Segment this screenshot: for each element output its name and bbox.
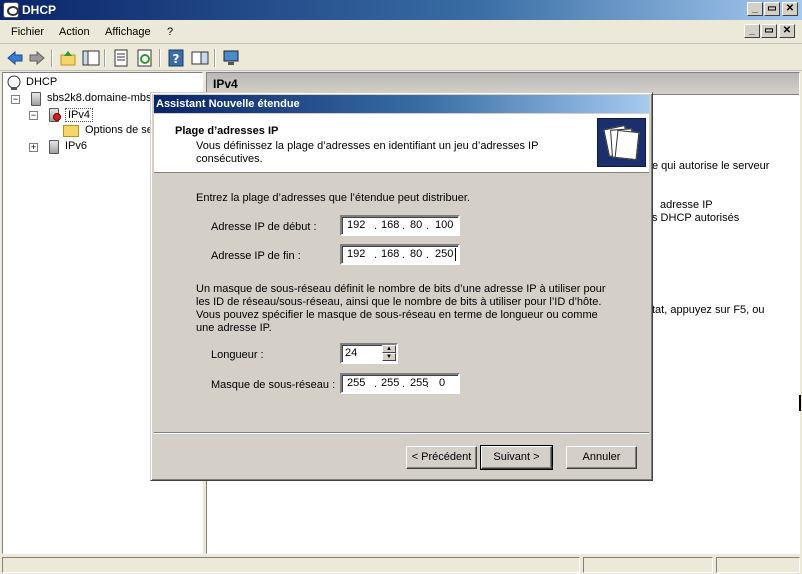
mdi-minimize-button[interactable]: _	[744, 24, 760, 38]
next-button[interactable]: Suivant >	[480, 445, 553, 470]
menu-fichier[interactable]: Fichier	[11, 26, 44, 38]
text-caret	[455, 248, 456, 261]
expand-icon[interactable]: +	[29, 143, 38, 152]
up-folder-icon[interactable]	[58, 48, 78, 68]
toolbar-separator	[104, 49, 106, 67]
collapse-icon[interactable]: −	[11, 95, 20, 104]
documents-stack-icon	[597, 118, 646, 167]
spin-down-icon[interactable]: ▼	[382, 353, 396, 361]
collapse-icon[interactable]: −	[29, 111, 38, 120]
monitor-icon[interactable]	[221, 48, 241, 68]
dhcp-app-icon	[3, 2, 19, 18]
tree-item-dhcp[interactable]: DHCP	[6, 75, 186, 91]
end-ip-input[interactable]: 192 . 168 . 80 . 250	[340, 244, 460, 265]
subnet-mask-input[interactable]: 255 . 255 . 255 . 0	[340, 373, 460, 394]
dialog-title: Assistant Nouvelle étendue	[156, 98, 300, 110]
tree-label-dhcp: DHCP	[26, 76, 58, 88]
action-pane-icon[interactable]	[190, 48, 210, 68]
details-text-1: e qui autorise le serveur	[652, 160, 770, 172]
properties-icon[interactable]	[111, 48, 131, 68]
new-scope-wizard-dialog: Assistant Nouvelle étendue Plage d’adres…	[150, 92, 653, 481]
details-text-3: s DHCP autorisés	[652, 212, 740, 224]
ipv6-server-icon	[49, 140, 59, 154]
maximize-button[interactable]: ▭	[764, 2, 780, 16]
tree-label-options: Options de se	[85, 124, 153, 136]
window-title: DHCP	[22, 3, 57, 17]
wizard-header: Plage d’adresses IP Vous définissez la p…	[154, 114, 649, 173]
back-arrow-icon[interactable]	[5, 48, 25, 68]
help-icon[interactable]: ?	[166, 48, 186, 68]
refresh-icon[interactable]	[135, 48, 155, 68]
wizard-page-title: Plage d’adresses IP	[175, 125, 279, 137]
mdi-close-button[interactable]: ✕	[779, 24, 795, 38]
status-cell-3	[716, 557, 800, 573]
show-tree-icon[interactable]	[81, 48, 101, 68]
length-spinner[interactable]: 24 ▲ ▼	[340, 343, 398, 364]
menu-help[interactable]: ?	[167, 26, 173, 38]
details-text-2: adresse IP	[660, 199, 713, 211]
end-ip-label: Adresse IP de fin :	[211, 250, 301, 262]
folder-icon	[63, 125, 79, 137]
dialog-title-bar[interactable]: Assistant Nouvelle étendue	[154, 95, 649, 113]
dhcp-icon	[7, 75, 21, 90]
range-intro-text: Entrez la plage d’adresses que l’étendue…	[196, 192, 470, 204]
status-cell-2	[583, 557, 713, 573]
menu-affichage[interactable]: Affichage	[105, 26, 151, 38]
menu-bar: Fichier Action Affichage ? _ ▭ ✕	[0, 20, 802, 44]
status-bar	[0, 555, 802, 574]
minimize-button[interactable]: _	[747, 2, 763, 16]
subnet-mask-label: Masque de sous-réseau :	[211, 379, 336, 391]
length-label: Longueur :	[211, 349, 264, 361]
close-button[interactable]: ✕	[782, 2, 798, 16]
tree-label-ipv4: IPv4	[65, 108, 94, 122]
tree-label-server: sbs2k8.domaine-mbs.	[47, 92, 155, 104]
details-text-4: tat, appuyez sur F5, ou	[652, 304, 765, 316]
start-ip-label: Adresse IP de début :	[211, 221, 317, 233]
status-cell-main	[2, 557, 580, 573]
svg-text:?: ?	[173, 52, 180, 66]
spinner-buttons[interactable]: ▲ ▼	[382, 345, 396, 362]
wizard-page-description: Vous définissez la plage d’adresses en i…	[196, 140, 539, 165]
mdi-restore-button[interactable]: ▭	[761, 24, 777, 38]
window-title-bar[interactable]: DHCP _ ▭ ✕	[0, 0, 802, 20]
start-ip-input[interactable]: 192 . 168 . 80 . 100	[340, 215, 460, 236]
toolbar-separator	[214, 49, 216, 67]
dialog-separator	[154, 432, 649, 434]
toolbar: ?	[0, 45, 802, 71]
server-icon	[31, 92, 41, 106]
error-badge-icon	[53, 113, 61, 121]
toolbar-separator	[159, 49, 161, 67]
menu-action[interactable]: Action	[59, 26, 90, 38]
back-button[interactable]: < Précédent	[406, 446, 477, 469]
subnet-mask-explanation: Un masque de sous-réseau définit le nomb…	[196, 283, 606, 334]
tree-label-ipv6: IPv6	[65, 140, 88, 152]
cursor-mark	[799, 395, 801, 411]
cancel-button[interactable]: Annuler	[566, 446, 637, 469]
spin-up-icon[interactable]: ▲	[382, 345, 396, 353]
forward-arrow-icon[interactable]	[27, 48, 47, 68]
toolbar-separator	[51, 49, 53, 67]
mdi-window-buttons: _ ▭ ✕	[740, 23, 800, 41]
